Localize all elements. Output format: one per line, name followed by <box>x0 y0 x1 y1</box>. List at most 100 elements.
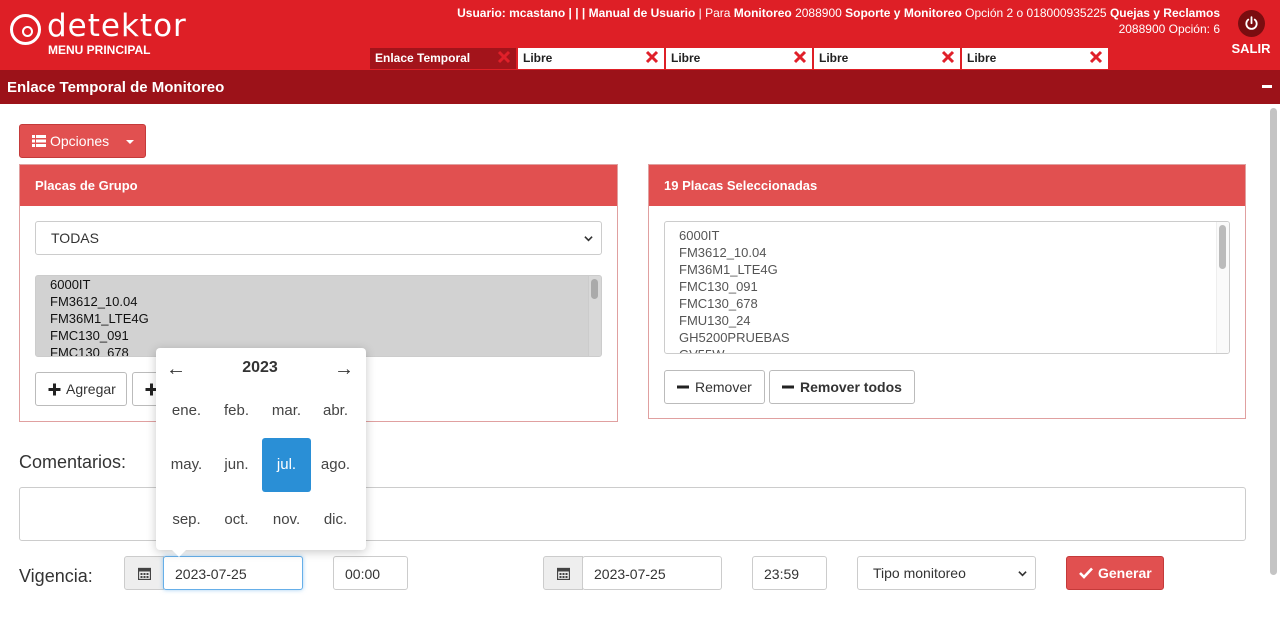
agregar-label: Agregar <box>66 381 116 397</box>
close-icon[interactable] <box>497 50 511 64</box>
fecha-fin-input[interactable]: 2023-07-25 <box>582 556 722 590</box>
usuario-value: mcastano <box>509 6 566 20</box>
month-cell[interactable]: nov. <box>262 493 311 547</box>
list-item[interactable]: FM36M1_LTE4G <box>36 310 601 327</box>
tab-label: Enlace Temporal <box>375 51 471 65</box>
chevron-down-icon <box>584 236 593 242</box>
generar-button[interactable]: Generar <box>1066 556 1164 590</box>
month-cell[interactable]: jun. <box>212 438 261 492</box>
hora-inicio-input[interactable]: 00:00 <box>333 556 408 590</box>
picker-year[interactable]: 2023 <box>216 359 304 377</box>
salir-label: SALIR <box>1231 41 1271 56</box>
header-info-line2: 2088900 Opción: 6 <box>1118 22 1220 36</box>
list-item[interactable]: 6000IT <box>36 276 601 293</box>
monitoreo-label: Monitoreo <box>733 6 792 20</box>
menu-principal-link[interactable]: MENU PRINCIPAL <box>48 43 150 57</box>
tipo-monitoreo-select[interactable]: Tipo monitoreo <box>857 556 1036 590</box>
calendar-icon <box>557 567 570 580</box>
list-scrollbar[interactable] <box>588 276 601 356</box>
month-picker-popup: ← 2023 → ene. feb. mar. abr. may. jun. jul. ago… <box>156 348 366 557</box>
remover-button[interactable]: Remover <box>664 370 765 404</box>
placas-grupo-list[interactable]: 6000IT FM3612_10.04 FM36M1_LTE4G FMC130_091… <box>35 275 602 357</box>
list-scrollbar[interactable] <box>1216 222 1229 353</box>
list-item[interactable]: FMC130_091 <box>665 278 1229 295</box>
tab-label: Libre <box>523 51 553 65</box>
month-cell[interactable]: feb. <box>212 384 261 438</box>
close-icon[interactable] <box>1089 50 1103 64</box>
header-info: Usuario: mcastano | | | Manual de Usuari… <box>400 5 1220 37</box>
detektor-logo[interactable]: detektor MENU PRINCIPAL <box>10 8 210 58</box>
month-cell[interactable]: abr. <box>311 384 360 438</box>
list-item[interactable]: FMU130_24 <box>665 312 1229 329</box>
list-item[interactable]: FMC130_091 <box>36 327 601 344</box>
next-year-arrow-icon[interactable]: → <box>332 358 356 381</box>
month-cell[interactable]: ene. <box>162 384 211 438</box>
month-cell[interactable]: may. <box>162 438 211 492</box>
info-sep: | Para <box>695 6 734 20</box>
tipo-monitoreo-value: Tipo monitoreo <box>873 565 966 581</box>
tab-libre-1[interactable]: Libre <box>518 48 664 69</box>
generar-label: Generar <box>1098 565 1152 581</box>
fecha-inicio-input[interactable]: 2023-07-25 <box>163 556 303 590</box>
tab-label: Libre <box>819 51 849 65</box>
month-cell[interactable]: sep. <box>162 493 211 547</box>
calendar-icon <box>138 567 151 580</box>
list-item[interactable]: GH5200PRUEBAS <box>665 329 1229 346</box>
page-scrollbar[interactable] <box>1267 104 1280 617</box>
plus-icon <box>48 383 61 396</box>
remover-todos-label: Remover todos <box>800 379 902 395</box>
opciones-label: Opciones <box>50 133 110 149</box>
salir-button[interactable]: SALIR <box>1226 10 1276 60</box>
close-icon[interactable] <box>645 50 659 64</box>
chevron-down-icon <box>1018 571 1027 577</box>
monitoreo-tel: 2088900 <box>791 6 846 20</box>
grupo-select[interactable]: TODAS <box>35 221 602 255</box>
caret-down-icon <box>126 140 134 144</box>
list-scrollbar-thumb[interactable] <box>1219 225 1226 269</box>
placas-seleccionadas-list[interactable]: 6000IT FM3612_10.04 FM36M1_LTE4G FMC130_091… <box>664 221 1230 354</box>
tab-label: Libre <box>967 51 997 65</box>
list-scrollbar-thumb[interactable] <box>591 279 598 299</box>
minus-icon <box>677 385 689 389</box>
list-item[interactable]: 6000IT <box>665 227 1229 244</box>
close-icon[interactable] <box>793 50 807 64</box>
logo-mark-icon <box>10 14 41 45</box>
placas-seleccionadas-panel: 19 Placas Seleccionadas 6000IT FM3612_10.… <box>648 164 1246 419</box>
minus-icon <box>782 385 794 389</box>
page-title-bar: Enlace Temporal de Monitoreo <box>0 70 1280 104</box>
close-icon[interactable] <box>941 50 955 64</box>
calendar-addon-start[interactable] <box>124 556 164 590</box>
list-icon <box>32 135 46 147</box>
list-item[interactable]: FMC130_678 <box>665 295 1229 312</box>
tab-enlace-temporal[interactable]: Enlace Temporal <box>370 48 516 69</box>
list-item[interactable]: GV55W <box>665 346 1229 353</box>
remover-todos-button[interactable]: Remover todos <box>769 370 915 404</box>
tab-libre-3[interactable]: Libre <box>814 48 960 69</box>
month-cell[interactable]: mar. <box>262 384 311 438</box>
vigencia-label: Vigencia: <box>19 566 93 586</box>
hora-fin-input[interactable]: 23:59 <box>752 556 827 590</box>
page-scrollbar-thumb[interactable] <box>1270 108 1277 575</box>
opciones-dropdown-button[interactable]: Opciones <box>19 124 146 158</box>
manual-usuario-link[interactable]: Manual de Usuario <box>589 6 696 20</box>
tab-libre-4[interactable]: Libre <box>962 48 1108 69</box>
check-icon <box>1079 567 1093 579</box>
list-item[interactable]: FM3612_10.04 <box>36 293 601 310</box>
month-cell[interactable]: jul. <box>262 438 311 492</box>
month-cell[interactable]: dic. <box>311 493 360 547</box>
prev-year-arrow-icon[interactable]: ← <box>164 358 188 381</box>
usuario-label: Usuario: <box>457 6 506 20</box>
tab-libre-2[interactable]: Libre <box>666 48 812 69</box>
soporte-label: Soporte y Monitoreo <box>845 6 962 20</box>
workspace-tabs: Enlace Temporal Libre Libre Libre Libre <box>370 48 1110 70</box>
panel-title: 19 Placas Seleccionadas <box>649 165 1245 206</box>
list-item[interactable]: FM36M1_LTE4G <box>665 261 1229 278</box>
month-cell[interactable]: ago. <box>311 438 360 492</box>
comentarios-label: Comentarios: <box>19 452 127 472</box>
agregar-button[interactable]: Agregar <box>35 372 127 406</box>
calendar-addon-end[interactable] <box>543 556 583 590</box>
list-item[interactable]: FM3612_10.04 <box>665 244 1229 261</box>
collapse-icon[interactable] <box>1262 85 1272 88</box>
month-cell[interactable]: oct. <box>212 493 261 547</box>
grupo-select-value: TODAS <box>51 230 99 246</box>
